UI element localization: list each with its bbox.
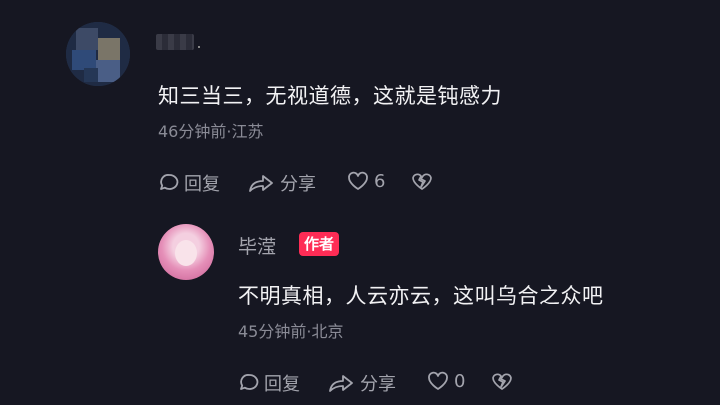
comment-thread: 知三当三，无视道德，这就是钝感力 46分钟前·江苏 回复 分享 6 毕滢 作者 … <box>0 0 720 405</box>
reply-share-button[interactable]: 分享 <box>328 370 396 396</box>
avatar[interactable] <box>66 22 130 86</box>
reply-button[interactable]: 回复 <box>158 170 220 196</box>
like-count: 6 <box>374 170 386 192</box>
reply-label: 回复 <box>184 174 220 195</box>
heart-icon <box>426 370 450 392</box>
reply-icon <box>238 372 260 394</box>
heart-icon <box>346 170 370 192</box>
username-blurred[interactable] <box>156 34 200 50</box>
reply-like-count: 0 <box>454 370 466 392</box>
reply-like-button[interactable]: 0 <box>426 370 465 392</box>
author-badge: 作者 <box>299 232 340 256</box>
share-icon <box>328 372 356 394</box>
share-label: 分享 <box>280 174 316 195</box>
reply-username[interactable]: 毕滢 <box>238 232 276 259</box>
reply-reply-button[interactable]: 回复 <box>238 370 300 396</box>
reply-avatar[interactable] <box>158 224 214 280</box>
comment-text: 知三当三，无视道德，这就是钝感力 <box>158 84 502 108</box>
reply-icon <box>158 172 180 194</box>
reply-dislike-button[interactable] <box>490 370 514 392</box>
share-label: 分享 <box>360 374 396 395</box>
like-button[interactable]: 6 <box>346 170 385 192</box>
dislike-icon <box>410 170 434 192</box>
comment-meta: 46分钟前·江苏 <box>158 122 264 141</box>
dislike-button[interactable] <box>410 170 434 192</box>
share-button[interactable]: 分享 <box>248 170 316 196</box>
share-icon <box>248 172 276 194</box>
reply-meta: 45分钟前·北京 <box>238 322 344 341</box>
dislike-icon <box>490 370 514 392</box>
reply-text: 不明真相，人云亦云，这叫乌合之众吧 <box>238 284 604 308</box>
reply-label: 回复 <box>264 374 300 395</box>
